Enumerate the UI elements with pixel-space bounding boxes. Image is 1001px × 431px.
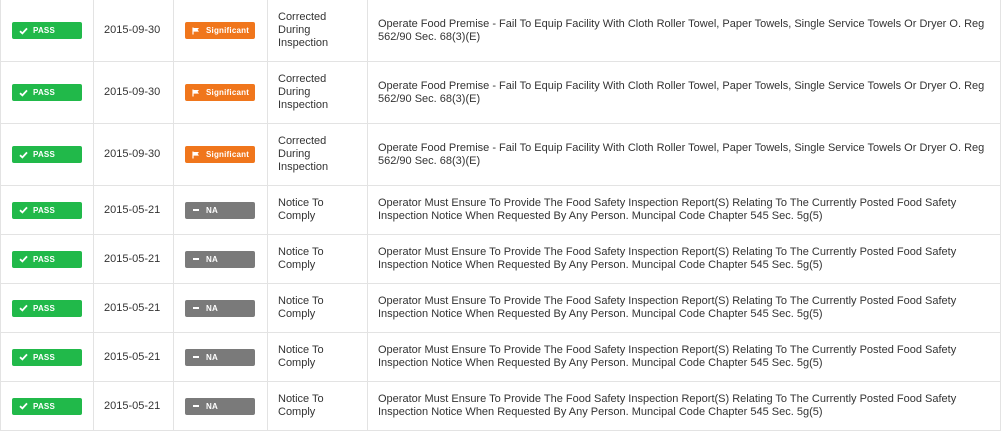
flag-icon	[191, 150, 201, 160]
result-cell: PASS	[0, 234, 94, 284]
result-label: PASS	[33, 303, 55, 313]
severity-badge: Significant	[185, 146, 255, 163]
table-row: PASS 2015-05-21 NA Notice To Comply Oper…	[0, 332, 1001, 382]
flag-icon	[191, 88, 201, 98]
severity-cell: NA	[173, 283, 268, 333]
date-cell: 2015-05-21	[93, 381, 174, 431]
severity-label: Significant	[206, 88, 250, 97]
table-row: PASS 2015-05-21 NA Notice To Comply Oper…	[0, 234, 1001, 284]
result-label: PASS	[33, 401, 55, 411]
pass-badge: PASS	[12, 84, 82, 101]
date-cell: 2015-09-30	[93, 61, 174, 124]
action-cell: Corrected During Inspection	[267, 123, 368, 186]
severity-label: NA	[206, 401, 218, 411]
severity-badge: NA	[185, 250, 255, 268]
result-label: PASS	[33, 150, 55, 159]
severity-label: NA	[206, 352, 218, 362]
severity-cell: Significant	[173, 61, 268, 124]
description-cell: Operator Must Ensure To Provide The Food…	[367, 332, 1001, 382]
action-cell: Notice To Comply	[267, 332, 368, 382]
pass-badge: PASS	[12, 348, 82, 366]
action-cell: Notice To Comply	[267, 185, 368, 235]
severity-cell: Significant	[173, 0, 268, 62]
minus-icon	[191, 254, 201, 264]
check-icon	[18, 88, 28, 98]
result-label: PASS	[33, 26, 55, 35]
severity-badge: NA	[185, 201, 255, 219]
description-cell: Operator Must Ensure To Provide The Food…	[367, 381, 1001, 431]
minus-icon	[191, 205, 201, 215]
date-cell: 2015-09-30	[93, 123, 174, 186]
severity-label: Significant	[206, 150, 250, 159]
result-cell: PASS	[0, 283, 94, 333]
result-cell: PASS	[0, 332, 94, 382]
date-cell: 2015-09-30	[93, 0, 174, 62]
check-icon	[18, 26, 28, 36]
result-cell: PASS	[0, 0, 94, 62]
result-label: PASS	[33, 205, 55, 215]
result-cell: PASS	[0, 61, 94, 124]
severity-badge: Significant	[185, 84, 255, 101]
minus-icon	[191, 303, 201, 313]
action-cell: Notice To Comply	[267, 234, 368, 284]
result-label: PASS	[33, 254, 55, 264]
description-cell: Operator Must Ensure To Provide The Food…	[367, 234, 1001, 284]
severity-cell: Significant	[173, 123, 268, 186]
severity-cell: NA	[173, 381, 268, 431]
check-icon	[18, 303, 28, 313]
result-cell: PASS	[0, 123, 94, 186]
description-cell: Operator Must Ensure To Provide The Food…	[367, 283, 1001, 333]
severity-cell: NA	[173, 185, 268, 235]
result-label: PASS	[33, 352, 55, 362]
pass-badge: PASS	[12, 397, 82, 415]
table-row: PASS 2015-05-21 NA Notice To Comply Oper…	[0, 283, 1001, 333]
action-cell: Corrected During Inspection	[267, 61, 368, 124]
severity-label: NA	[206, 254, 218, 264]
minus-icon	[191, 352, 201, 362]
result-cell: PASS	[0, 185, 94, 235]
action-cell: Notice To Comply	[267, 283, 368, 333]
severity-badge: NA	[185, 348, 255, 366]
pass-badge: PASS	[12, 146, 82, 163]
check-icon	[18, 205, 28, 215]
severity-label: NA	[206, 303, 218, 313]
severity-badge: Significant	[185, 22, 255, 39]
flag-icon	[191, 26, 201, 36]
check-icon	[18, 352, 28, 362]
severity-cell: NA	[173, 234, 268, 284]
date-cell: 2015-05-21	[93, 234, 174, 284]
action-cell: Corrected During Inspection	[267, 0, 368, 62]
infractions-table: PASS 2015-09-30 Significant Corrected Du…	[0, 0, 1001, 431]
minus-icon	[191, 401, 201, 411]
date-cell: 2015-05-21	[93, 283, 174, 333]
result-cell: PASS	[0, 381, 94, 431]
check-icon	[18, 150, 28, 160]
result-label: PASS	[33, 88, 55, 97]
check-icon	[18, 401, 28, 411]
check-icon	[18, 254, 28, 264]
severity-cell: NA	[173, 332, 268, 382]
description-cell: Operate Food Premise - Fail To Equip Fac…	[367, 61, 1001, 124]
table-row: PASS 2015-09-30 Significant Corrected Du…	[0, 0, 1001, 62]
description-cell: Operate Food Premise - Fail To Equip Fac…	[367, 0, 1001, 62]
pass-badge: PASS	[12, 201, 82, 219]
severity-label: Significant	[206, 26, 250, 35]
severity-label: NA	[206, 205, 218, 215]
table-row: PASS 2015-05-21 NA Notice To Comply Oper…	[0, 185, 1001, 235]
severity-badge: NA	[185, 299, 255, 317]
action-cell: Notice To Comply	[267, 381, 368, 431]
pass-badge: PASS	[12, 22, 82, 39]
table-row: PASS 2015-09-30 Significant Corrected Du…	[0, 123, 1001, 186]
table-row: PASS 2015-09-30 Significant Corrected Du…	[0, 61, 1001, 124]
date-cell: 2015-05-21	[93, 185, 174, 235]
severity-badge: NA	[185, 397, 255, 415]
table-row: PASS 2015-05-21 NA Notice To Comply Oper…	[0, 381, 1001, 431]
description-cell: Operate Food Premise - Fail To Equip Fac…	[367, 123, 1001, 186]
description-cell: Operator Must Ensure To Provide The Food…	[367, 185, 1001, 235]
pass-badge: PASS	[12, 250, 82, 268]
pass-badge: PASS	[12, 299, 82, 317]
date-cell: 2015-05-21	[93, 332, 174, 382]
